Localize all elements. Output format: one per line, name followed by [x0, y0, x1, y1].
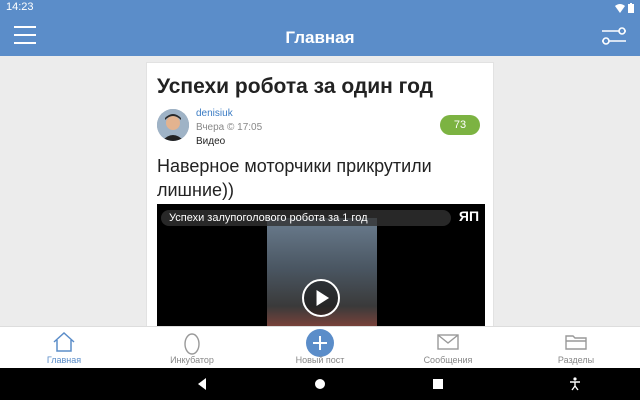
mail-icon: [437, 334, 459, 350]
feed[interactable]: Успехи робота за один год denisiuk Вчера…: [0, 56, 640, 326]
wifi-icon: [615, 3, 625, 13]
egg-icon: [184, 333, 200, 355]
rating-badge[interactable]: 73: [440, 115, 480, 135]
tab-label: Сообщения: [423, 355, 473, 365]
author-name[interactable]: denisiuk: [196, 108, 233, 119]
play-icon[interactable]: [302, 279, 340, 317]
status-bar: 14:23: [0, 0, 640, 16]
battery-icon: [628, 3, 634, 13]
post-card[interactable]: Успехи робота за один год denisiuk Вчера…: [146, 62, 494, 326]
tab-incubator[interactable]: Инкубатор: [128, 327, 256, 368]
tab-label: Разделы: [557, 355, 595, 365]
tab-home[interactable]: Главная: [0, 327, 128, 368]
accessibility-icon[interactable]: [569, 377, 581, 391]
home-icon: [53, 331, 75, 352]
post-time: Вчера © 17:05: [196, 122, 263, 133]
folder-icon: [565, 335, 587, 350]
app-bar: Главная: [0, 16, 640, 56]
video-logo: ЯП: [458, 208, 479, 224]
system-nav-bar: [0, 368, 640, 400]
avatar[interactable]: [157, 109, 189, 141]
plus-icon: [306, 329, 334, 357]
avatar-image: [157, 109, 189, 141]
tab-new-post[interactable]: Новый пост: [256, 327, 384, 368]
post-title[interactable]: Успехи робота за один год: [157, 75, 433, 99]
video-player[interactable]: Успехи залупоголового робота за 1 год ЯП: [157, 204, 485, 326]
tab-messages[interactable]: Сообщения: [384, 327, 512, 368]
bottom-tab-bar: Главная Инкубатор Новый пост Сообщения Р…: [0, 326, 640, 368]
tab-sections[interactable]: Разделы: [512, 327, 640, 368]
tab-label: Инкубатор: [170, 355, 214, 365]
home-nav-icon[interactable]: [314, 377, 326, 391]
back-icon[interactable]: [196, 377, 208, 391]
page-title: Главная: [285, 28, 355, 47]
tab-label: Новый пост: [295, 355, 345, 365]
post-text: Наверное моторчики прикрутили лишние)): [157, 156, 432, 200]
filter-icon[interactable]: [600, 26, 628, 46]
status-time: 14:23: [6, 1, 34, 13]
tab-label: Главная: [46, 355, 82, 365]
video-title: Успехи залупоголового робота за 1 год: [161, 210, 451, 226]
recents-icon[interactable]: [432, 377, 444, 391]
post-tag[interactable]: Видео: [196, 136, 225, 147]
system-icons: [615, 3, 634, 13]
